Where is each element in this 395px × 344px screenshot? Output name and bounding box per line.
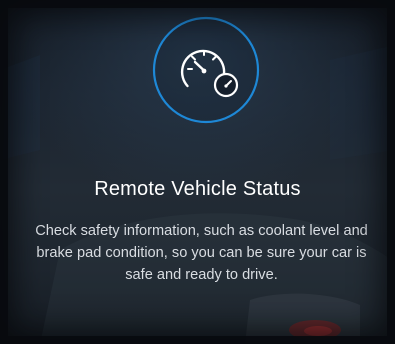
feature-card: Remote Vehicle Status Check safety infor… (0, 0, 395, 344)
feature-title: Remote Vehicle Status (94, 178, 301, 200)
feature-description: Check safety information, such as coolan… (35, 223, 368, 283)
speedometer-icon (152, 16, 260, 124)
